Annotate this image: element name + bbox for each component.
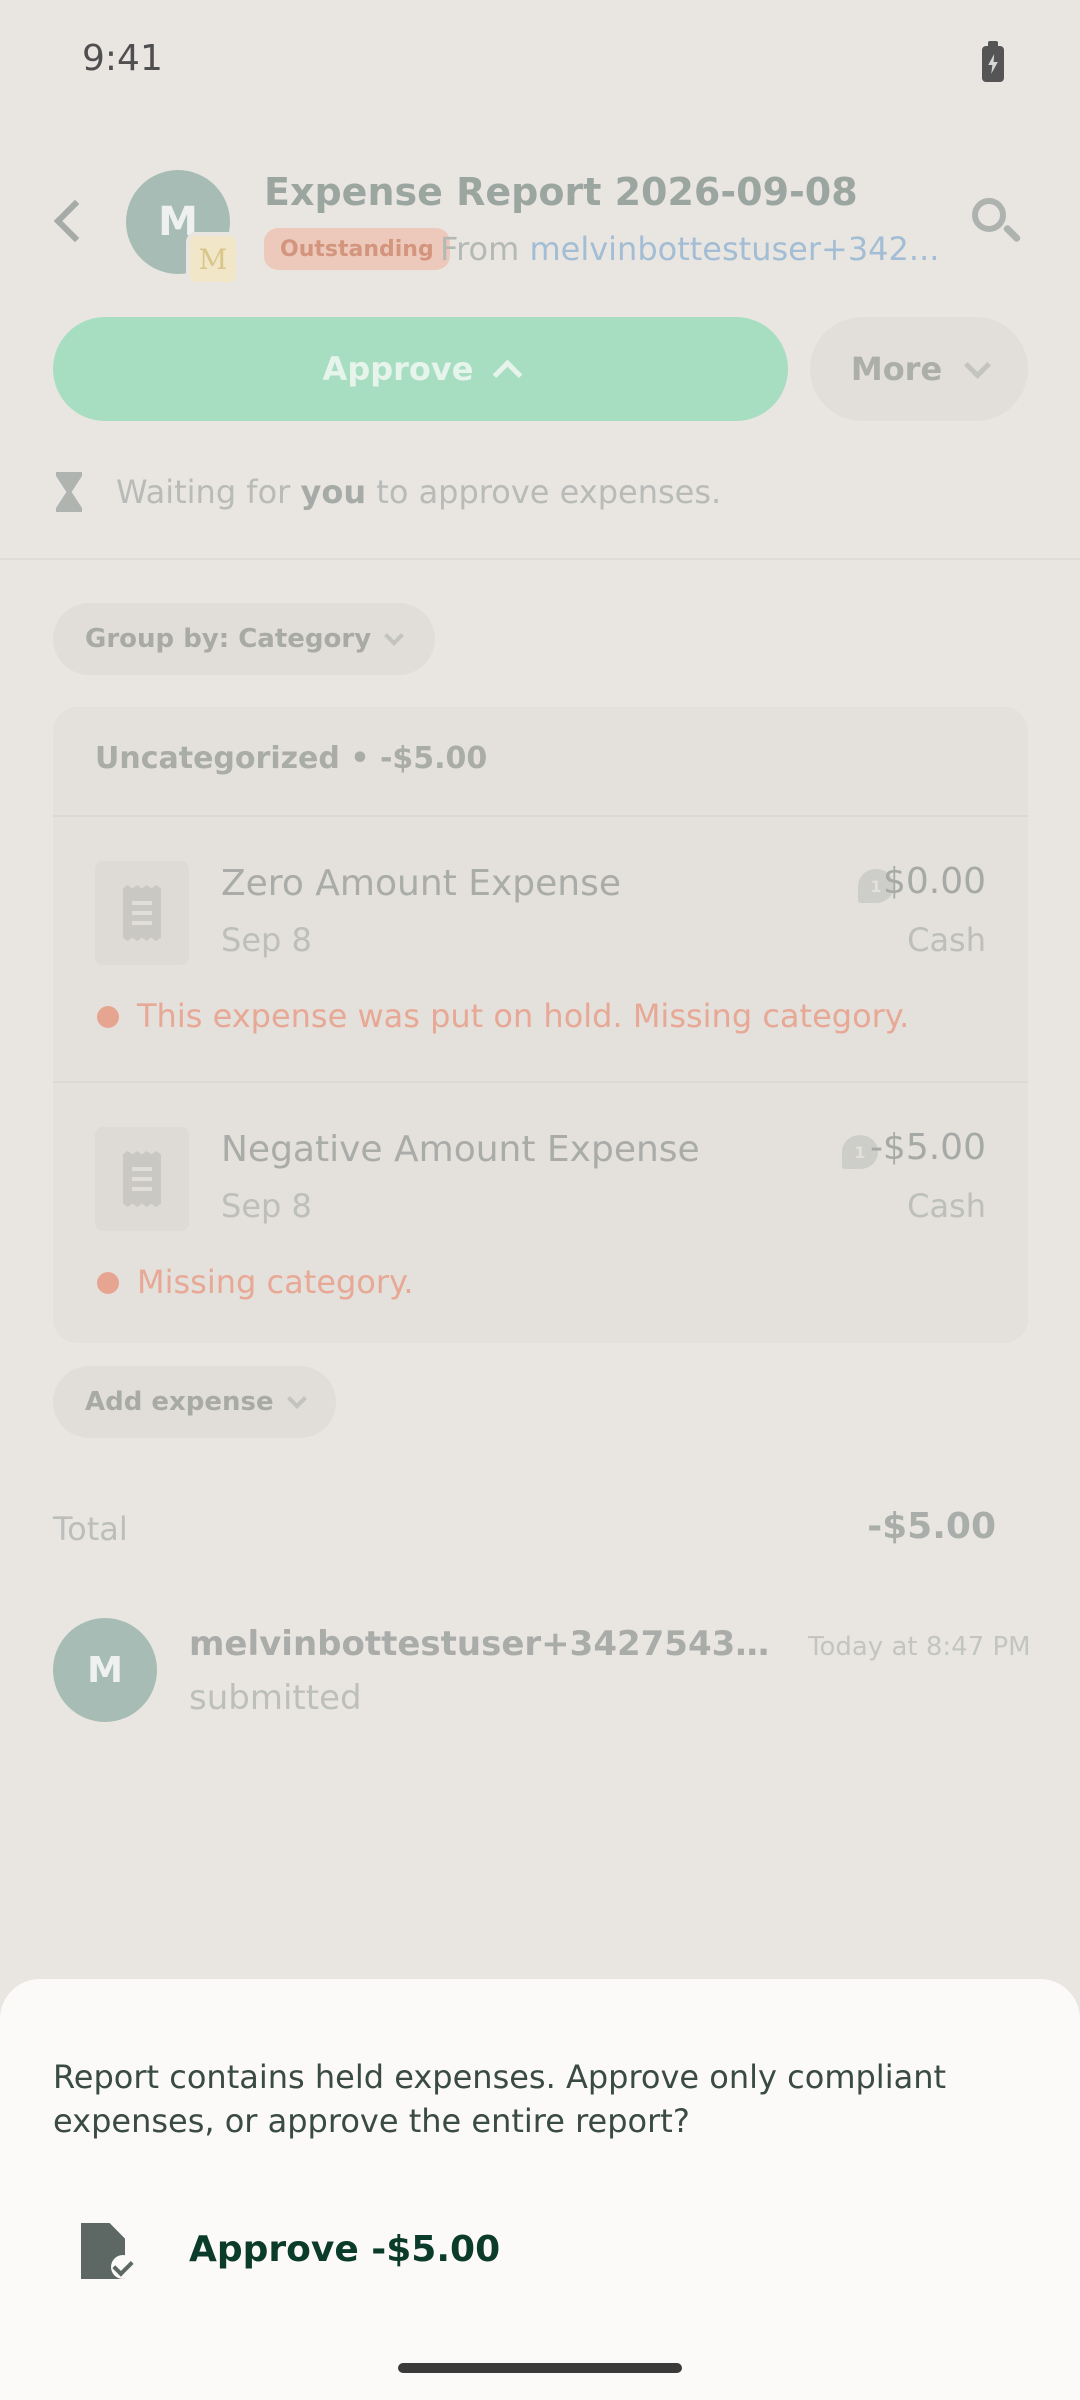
expense-amount: $0.00 — [882, 861, 986, 902]
from-user-link[interactable]: melvinbottestuser+342... — [529, 230, 939, 268]
more-label: More — [850, 350, 943, 388]
approve-button[interactable]: Approve — [53, 317, 788, 421]
group-by-button[interactable]: Group by: Category — [53, 603, 436, 675]
waiting-message: Waiting for you to approve expenses. — [56, 470, 721, 514]
activity-avatar[interactable]: M — [53, 1618, 157, 1722]
receipt-thumbnail — [95, 861, 189, 965]
approve-bottom-sheet: Report contains held expenses. Approve o… — [0, 1979, 1080, 2400]
violation-dot-icon — [97, 1006, 119, 1028]
status-time: 9:41 — [82, 38, 163, 79]
expense-title: Zero Amount Expense — [221, 863, 621, 904]
from-line: From melvinbottestuser+342... — [440, 230, 939, 268]
status-badge: Outstanding — [264, 228, 450, 270]
receipt-icon — [123, 885, 161, 941]
sheet-message: Report contains held expenses. Approve o… — [53, 2058, 947, 2140]
expense-payment-method: Cash — [907, 921, 986, 959]
activity-action: submitted — [189, 1678, 362, 1718]
total-value: -$5.00 — [867, 1506, 996, 1547]
chevron-down-icon — [286, 1389, 307, 1409]
chevron-down-icon — [384, 626, 405, 646]
approve-label: Approve — [322, 350, 474, 388]
add-expense-label: Add expense — [85, 1387, 274, 1417]
expense-date: Sep 8 — [221, 921, 312, 959]
group-header: Uncategorized • -$5.00 — [95, 741, 488, 776]
more-button[interactable]: More — [810, 317, 1028, 421]
report-title: Expense Report 2026-09-08 — [264, 170, 858, 214]
violation-text: Missing category. — [137, 1263, 414, 1301]
expense-title: Negative Amount Expense — [221, 1129, 700, 1170]
hourglass-icon — [56, 472, 82, 512]
waiting-who: you — [300, 473, 367, 511]
add-expense-button[interactable]: Add expense — [53, 1366, 336, 1438]
expense-date: Sep 8 — [221, 1187, 312, 1225]
approve-amount-label: Approve -$5.00 — [189, 2229, 501, 2270]
group-by-label: Group by: Category — [85, 624, 372, 654]
receipt-thumbnail — [95, 1127, 189, 1231]
checkmark-icon — [111, 2255, 135, 2279]
expense-amount: -$5.00 — [869, 1127, 986, 1168]
violation-text: This expense was put on hold. Missing ca… — [137, 997, 910, 1035]
expense-row[interactable]: Zero Amount Expense Sep 8 1 $0.00 Cash T… — [53, 817, 1028, 1081]
from-prefix: From — [440, 230, 520, 268]
home-indicator[interactable] — [398, 2363, 682, 2373]
activity-timestamp: Today at 8:47 PM — [808, 1632, 1031, 1662]
workspace-avatar: M — [186, 232, 240, 286]
expense-row[interactable]: Negative Amount Expense Sep 8 1 -$5.00 C… — [53, 1083, 1028, 1347]
approve-amount-option[interactable]: Approve -$5.00 — [53, 2203, 1027, 2307]
chevron-down-icon — [964, 351, 992, 379]
receipt-icon — [123, 1151, 161, 1207]
expense-group-card: Uncategorized • -$5.00 Zero Amount Expen… — [53, 707, 1028, 1343]
search-icon[interactable] — [972, 198, 1006, 232]
back-arrow-icon[interactable] — [53, 199, 97, 243]
divider — [0, 558, 1080, 560]
status-bar: 9:41 — [0, 0, 1080, 126]
violation-dot-icon — [97, 1272, 119, 1294]
battery-charging-icon — [982, 41, 1004, 82]
waiting-prefix: Waiting for — [116, 473, 291, 511]
total-label: Total — [53, 1510, 128, 1548]
waiting-suffix: to approve expenses. — [376, 473, 722, 511]
expense-payment-method: Cash — [907, 1187, 986, 1225]
activity-actor: melvinbottestuser+3427543987... — [189, 1624, 789, 1664]
report-header: M M Expense Report 2026-09-08 Outstandin… — [0, 160, 1080, 290]
chevron-up-icon — [493, 359, 523, 389]
